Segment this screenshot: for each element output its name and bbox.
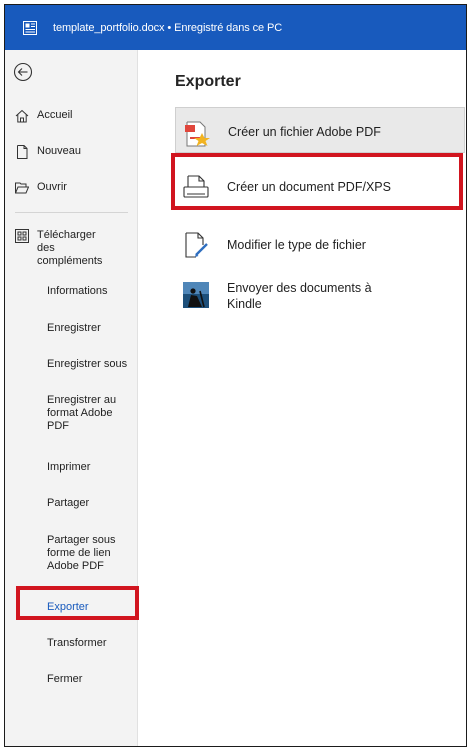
sidebar-item-label: Exporter xyxy=(47,601,89,613)
send-to-kindle-button[interactable]: Envoyer des documents à Kindle xyxy=(175,273,465,323)
sidebar-item-enregistrer-sous[interactable]: Enregistrer sous xyxy=(5,358,138,371)
sidebar-item-partager[interactable]: Partager xyxy=(5,497,138,510)
sidebar-item-nouveau[interactable]: Nouveau xyxy=(5,145,138,159)
sidebar-item-telecharger-complements[interactable]: Télécharger des compléments xyxy=(5,229,138,268)
new-document-icon xyxy=(17,145,28,159)
sidebar-item-label: Fermer xyxy=(47,673,83,685)
sidebar-item-accueil[interactable]: Accueil xyxy=(5,109,138,123)
backstage-sidebar: Accueil Nouveau Ouvrir Télécharger des c… xyxy=(5,50,138,746)
option-label: Créer un fichier Adobe PDF xyxy=(228,125,381,139)
pdf-xps-document-icon xyxy=(183,175,209,198)
sidebar-item-ouvrir[interactable]: Ouvrir xyxy=(5,181,138,195)
sidebar-item-label: Enregistrer xyxy=(47,322,101,334)
sidebar-item-label: Accueil xyxy=(37,109,73,121)
change-file-type-icon xyxy=(185,232,208,258)
sidebar-item-label: Enregistrer au format Adobe PDF xyxy=(47,394,117,432)
sidebar-item-label: Nouveau xyxy=(37,145,82,157)
backstage-window: template_portfolio.docx • Enregistré dan… xyxy=(4,4,467,747)
back-arrow-icon[interactable] xyxy=(13,62,33,82)
home-icon xyxy=(15,109,29,123)
create-pdf-xps-button[interactable]: Créer un document PDF/XPS xyxy=(175,163,465,213)
sidebar-divider xyxy=(15,212,128,213)
option-label: Envoyer des documents à Kindle xyxy=(227,281,372,311)
sidebar-item-label: Transformer xyxy=(47,637,107,649)
export-pane: Exporter Créer un fichier Adobe PDF Crée… xyxy=(138,50,466,746)
folder-icon xyxy=(15,182,29,194)
sidebar-item-informations[interactable]: Informations xyxy=(5,285,138,298)
sidebar-item-fermer[interactable]: Fermer xyxy=(5,673,138,686)
sidebar-item-label: Informations xyxy=(47,285,108,297)
page-title: Exporter xyxy=(175,73,241,90)
sidebar-item-label: Partager sous forme de lien Adobe PDF xyxy=(47,534,116,572)
sidebar-item-label: Enregistrer sous xyxy=(47,358,128,370)
sidebar-item-enregistrer[interactable]: Enregistrer xyxy=(5,322,138,335)
word-document-icon xyxy=(23,20,37,35)
sidebar-item-label: Partager xyxy=(47,497,90,509)
addins-icon xyxy=(15,229,29,243)
title-bar: template_portfolio.docx • Enregistré dan… xyxy=(5,5,466,50)
sidebar-item-partager-lien-adobe-pdf[interactable]: Partager sous forme de lien Adobe PDF xyxy=(5,534,138,573)
adobe-pdf-icon xyxy=(185,121,210,147)
option-label: Modifier le type de fichier xyxy=(227,238,366,252)
document-title: template_portfolio.docx • Enregistré dan… xyxy=(53,21,283,34)
kindle-icon xyxy=(183,282,209,308)
sidebar-item-exporter[interactable]: Exporter xyxy=(5,601,138,614)
sidebar-item-label: Ouvrir xyxy=(37,181,67,193)
sidebar-item-enregistrer-adobe-pdf[interactable]: Enregistrer au format Adobe PDF xyxy=(5,394,138,433)
option-label: Créer un document PDF/XPS xyxy=(227,180,391,194)
sidebar-item-imprimer[interactable]: Imprimer xyxy=(5,461,138,474)
sidebar-item-label: Imprimer xyxy=(47,461,91,473)
change-file-type-button[interactable]: Modifier le type de fichier xyxy=(175,221,465,267)
create-adobe-pdf-button[interactable]: Créer un fichier Adobe PDF xyxy=(175,107,465,153)
sidebar-item-label: Télécharger des compléments xyxy=(37,229,103,267)
sidebar-item-transformer[interactable]: Transformer xyxy=(5,637,138,650)
